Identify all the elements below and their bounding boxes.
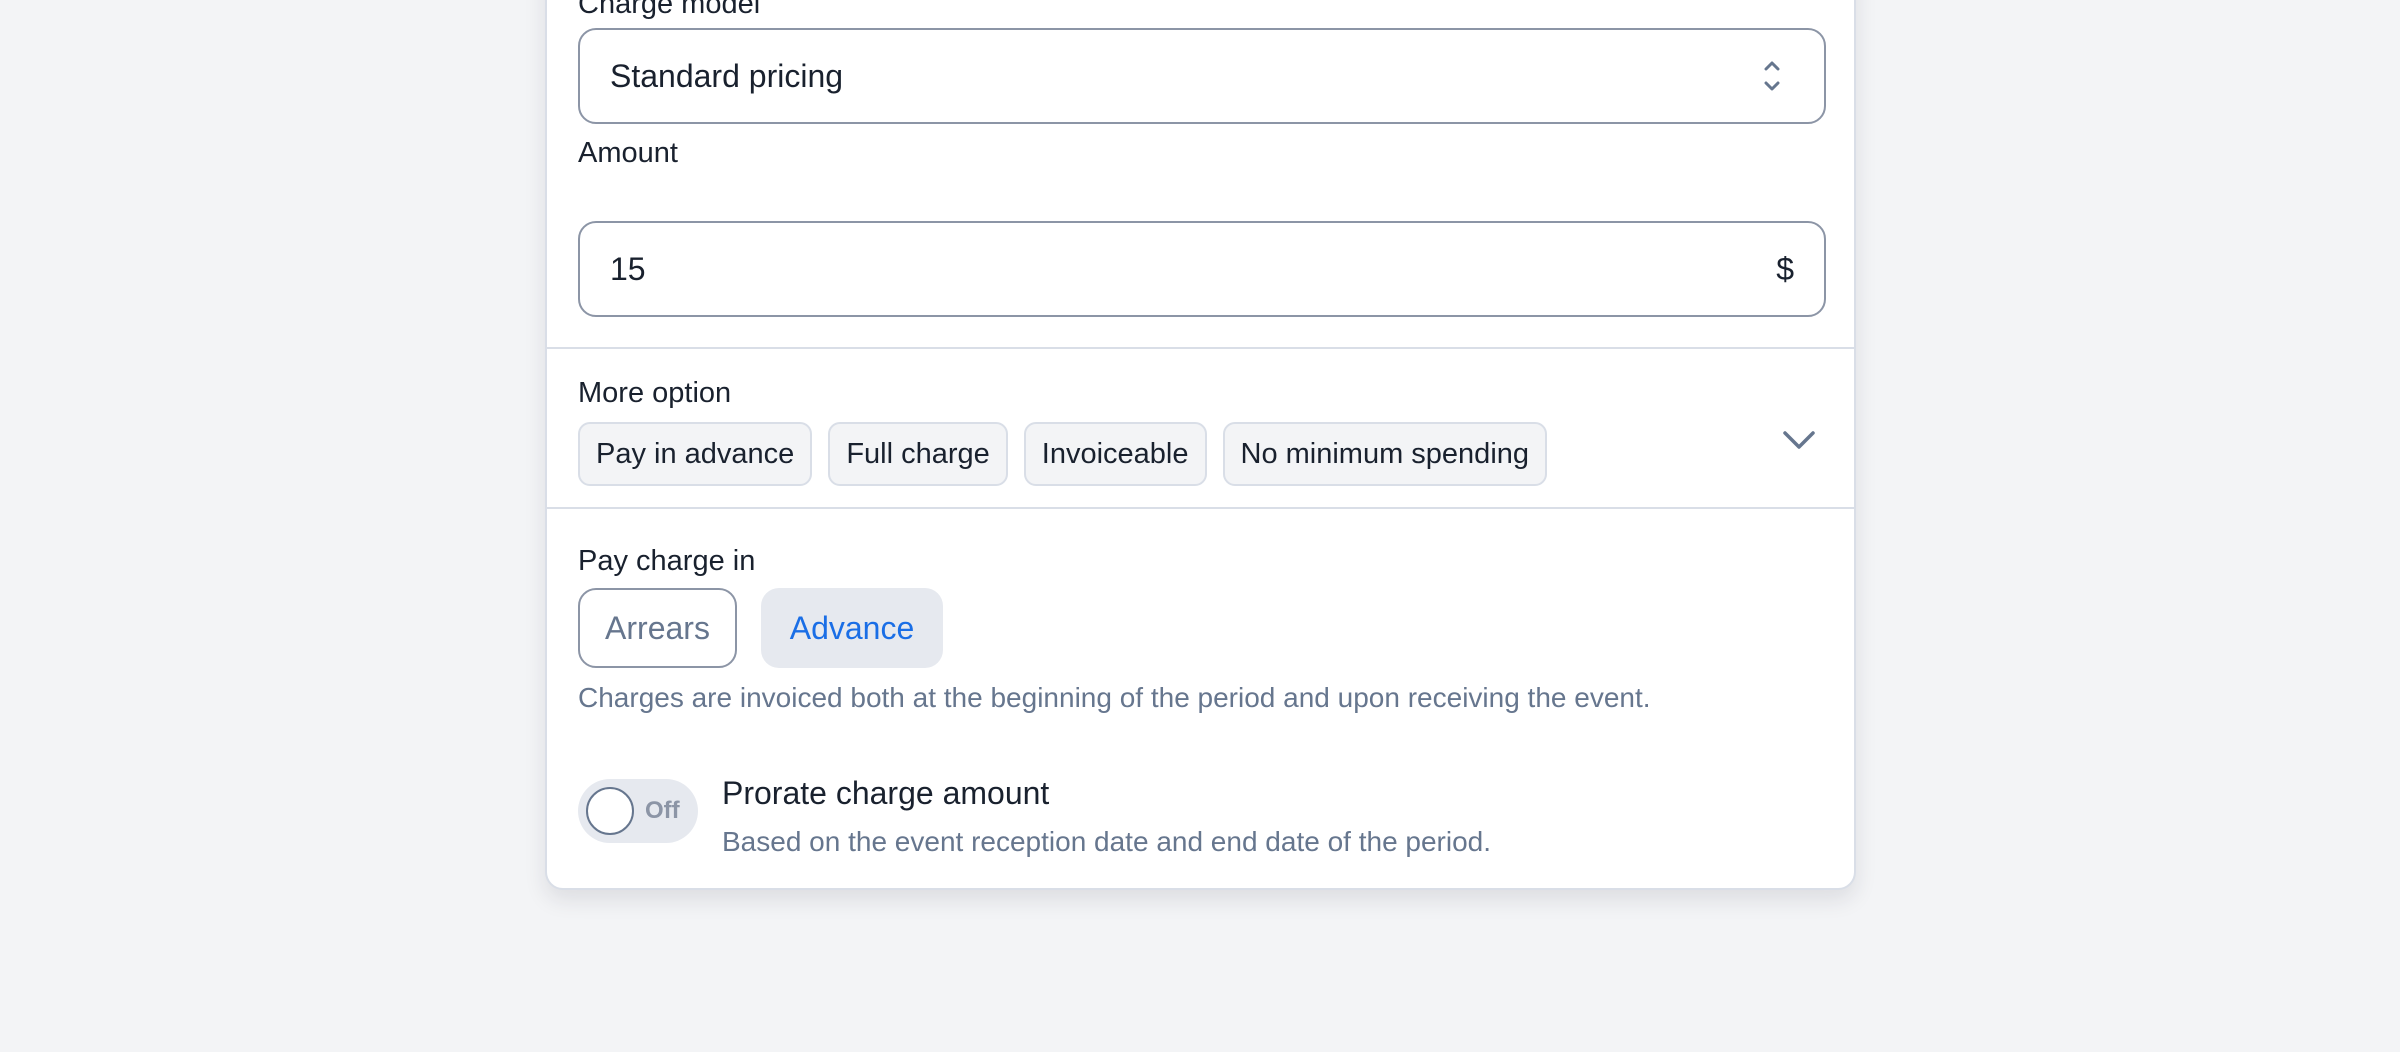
chevron-up-down-icon [1762,56,1782,96]
chip-invoiceable: Invoiceable [1023,422,1207,486]
advance-option-button[interactable]: Advance [761,588,943,668]
amount-label: Amount [578,137,678,169]
pay-charge-label: Pay charge in [578,545,756,577]
toggle-knob [586,787,634,835]
toggle-state-label: Off [645,797,680,824]
chevron-down-icon[interactable] [1779,424,1819,454]
prorate-title: Prorate charge amount [722,775,1050,811]
amount-input[interactable]: 15 $ [578,221,1826,317]
currency-symbol: $ [1776,250,1794,287]
prorate-description: Based on the event reception date and en… [722,826,1492,857]
charge-model-value: Standard pricing [610,57,844,94]
amount-value: 15 [610,250,646,287]
charge-settings-card: Charge model Standard pricing Amount 15 … [545,0,1856,890]
more-option-chips: Pay in advance Full charge Invoiceable N… [578,422,1548,486]
charge-model-label: Charge model [578,0,761,20]
divider [547,507,1854,509]
more-option-label: More option [578,377,732,409]
arrears-option-button[interactable]: Arrears [578,588,737,668]
prorate-toggle[interactable]: Off [578,779,698,843]
chip-pay-in-advance: Pay in advance [578,422,813,486]
chip-no-minimum-spending: No minimum spending [1222,422,1548,486]
pay-charge-help-text: Charges are invoiced both at the beginni… [578,682,1651,713]
charge-model-select[interactable]: Standard pricing [578,28,1826,124]
divider [547,347,1854,349]
chip-full-charge: Full charge [828,422,1008,486]
